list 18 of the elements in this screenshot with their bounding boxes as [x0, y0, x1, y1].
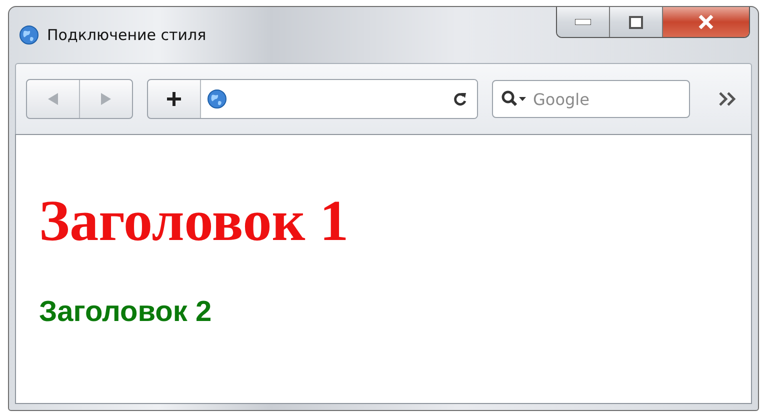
- heading: Заголовок 1: [39, 187, 350, 254]
- maximize-icon: [629, 16, 643, 28]
- reload-icon: [453, 91, 467, 107]
- address-field[interactable]: [200, 80, 477, 118]
- chevron-icon[interactable]: [719, 92, 737, 106]
- close-icon: [698, 15, 714, 29]
- window-title: Подключение стиля: [47, 26, 208, 44]
- plus-icon: [166, 91, 182, 107]
- globe-icon: [207, 89, 227, 109]
- search-field[interactable]: Google: [492, 80, 690, 118]
- back-icon: [48, 93, 58, 105]
- forward-icon: [101, 93, 111, 105]
- maximize-button[interactable]: [609, 7, 662, 37]
- minimize-icon: [575, 19, 591, 25]
- close-button[interactable]: [662, 7, 749, 37]
- globe-icon: [19, 25, 39, 45]
- search-icon: [501, 90, 527, 108]
- heading: Заголовок 2: [39, 296, 213, 329]
